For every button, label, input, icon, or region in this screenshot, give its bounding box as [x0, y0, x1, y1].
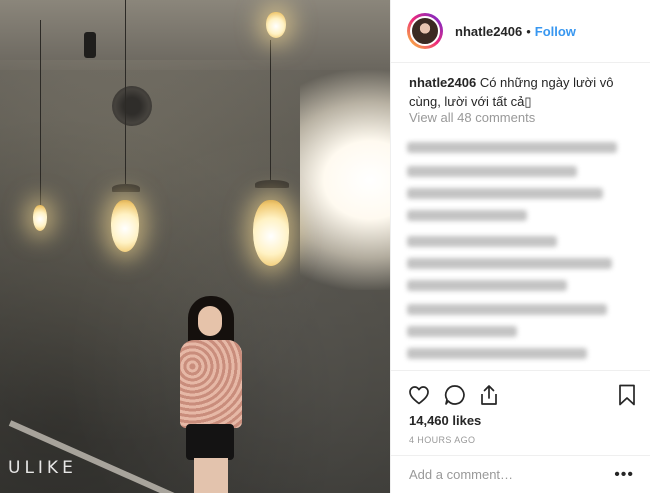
light-glow [300, 70, 390, 290]
pendant-bulb [33, 205, 47, 231]
pendant-wire [40, 20, 41, 205]
lamp-shade [255, 180, 289, 188]
add-comment-input[interactable] [409, 466, 609, 482]
comment-bubble-icon[interactable] [443, 383, 467, 407]
post-side-panel: nhatle2406 • Follow nhatle2406 Có những … [390, 0, 650, 493]
username-link[interactable]: nhatle2406 [455, 24, 522, 39]
post-actions: 14,460 likes 4 HOURS AGO ••• [391, 370, 650, 491]
pendant-bulb [253, 200, 289, 266]
likes-count[interactable]: 14,460 likes [409, 413, 481, 428]
post-photo[interactable]: ULIKE [0, 0, 390, 493]
ceiling-bulb [266, 12, 286, 38]
separator-dot: • [526, 23, 531, 39]
heart-icon[interactable] [407, 383, 431, 407]
follow-button[interactable]: Follow [535, 24, 576, 39]
post-timestamp[interactable]: 4 HOURS AGO [409, 435, 475, 445]
instagram-post-embed: ULIKE nhatle2406 • Follow nhatle2406 Có … [0, 0, 650, 493]
pendant-wire [270, 40, 271, 180]
photo-watermark: ULIKE [8, 458, 77, 478]
pendant-bulb [111, 200, 139, 252]
avatar[interactable] [407, 13, 443, 49]
post-header: nhatle2406 • Follow [391, 0, 650, 63]
spotlight-fixture [84, 32, 96, 58]
blurred-comments [401, 128, 633, 376]
share-icon[interactable] [477, 383, 501, 407]
post-caption: nhatle2406 Có những ngày lười vô cùng, l… [409, 73, 631, 111]
wall-fan [112, 86, 152, 126]
view-all-comments-link[interactable]: View all 48 comments [409, 110, 535, 125]
bookmark-icon[interactable] [615, 383, 639, 407]
person-figure [176, 296, 246, 493]
lamp-shade [112, 184, 140, 192]
comment-bar: ••• [391, 455, 650, 492]
pendant-wire [125, 0, 126, 186]
caption-username[interactable]: nhatle2406 [409, 75, 476, 90]
more-options-button[interactable]: ••• [614, 466, 634, 484]
avatar-image [410, 16, 440, 46]
